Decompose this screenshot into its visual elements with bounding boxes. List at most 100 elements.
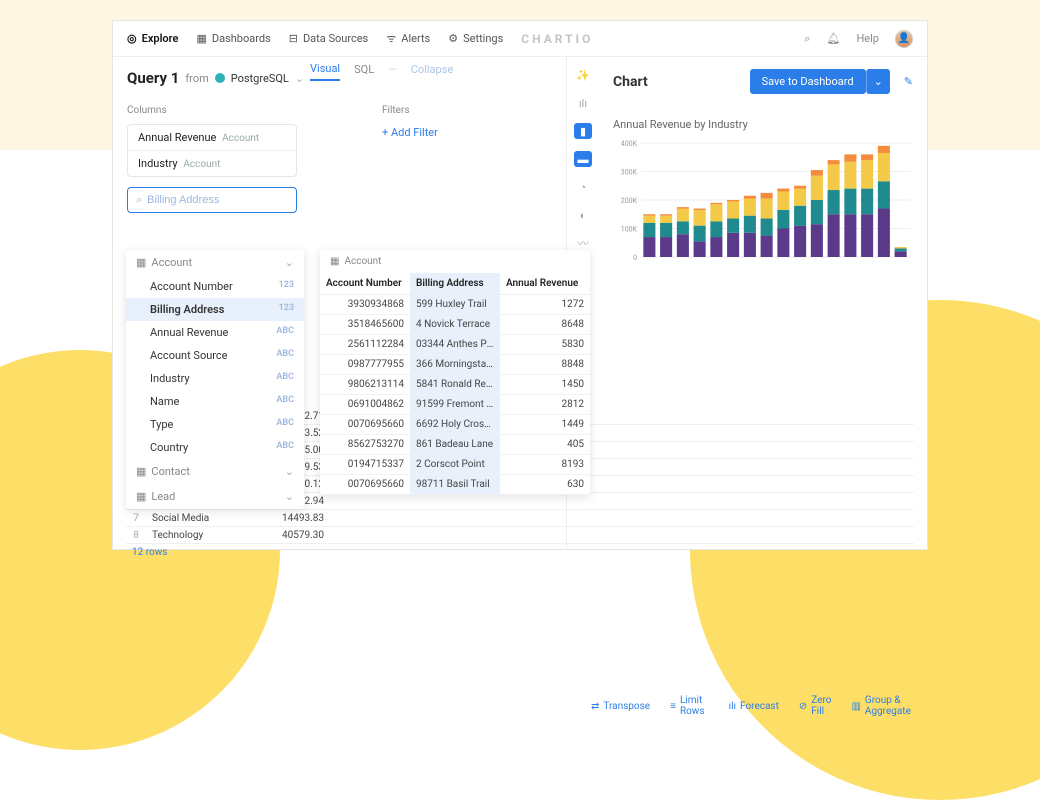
- action-label: Limit Rows: [680, 695, 709, 717]
- column-search[interactable]: ⌕: [127, 187, 297, 213]
- preview-row[interactable]: 069100486291599 Fremont Court2812: [320, 395, 590, 415]
- nav-explore[interactable]: ◎ Explore: [127, 32, 178, 45]
- dropdown-group[interactable]: ▦Lead⌄: [126, 484, 304, 509]
- result-cell: 28112.94: [276, 493, 914, 510]
- result-row[interactable]: 8Technology40579.30: [126, 527, 914, 544]
- chevron-down-icon[interactable]: ⌄: [295, 72, 304, 85]
- chart-heading: Chart: [613, 74, 648, 90]
- tab-collapse[interactable]: Collapse: [411, 63, 453, 80]
- forecast-button[interactable]: ılıForecast: [729, 695, 779, 717]
- dropdown-item[interactable]: Billing Address123: [126, 298, 304, 321]
- nav-settings[interactable]: ⚙ Settings: [448, 32, 503, 45]
- column-chip[interactable]: Annual Revenue Account: [128, 125, 296, 151]
- result-row[interactable]: 7Social Media14493.83: [126, 510, 914, 527]
- preview-cell: 0070695660: [320, 475, 410, 495]
- preview-cell: 0194715337: [320, 455, 410, 475]
- preview-row[interactable]: 256111228403344 Anthes Park...5830: [320, 335, 590, 355]
- preview-cell: 861 Badeau Lane: [410, 435, 500, 455]
- main-nav: ◎ Explore ▦ Dashboards ⊟ Data Sources ᯤ …: [127, 31, 503, 46]
- preview-cell: 5830: [500, 335, 590, 355]
- item-type: 123: [279, 280, 294, 293]
- preview-cell: 3518465600: [320, 315, 410, 335]
- nav-label: Data Sources: [303, 32, 368, 45]
- search-icon[interactable]: ⌕: [804, 32, 810, 46]
- source-dot-icon: [215, 73, 225, 83]
- zero-fill-button[interactable]: ⊘Zero Fill: [799, 695, 832, 717]
- preview-cell: 8848: [500, 355, 590, 375]
- bars-icon[interactable]: ılı: [575, 95, 591, 111]
- stacked-bar-icon[interactable]: ▮: [574, 123, 592, 139]
- limit-rows-button[interactable]: ≡ Limit Rows: [670, 695, 709, 717]
- hstacked-bar-icon[interactable]: ▬: [574, 151, 592, 167]
- source-name[interactable]: PostgreSQL: [231, 72, 289, 85]
- preview-row[interactable]: 0987777955366 Morningstar Hill8848: [320, 355, 590, 375]
- pencil-icon[interactable]: ✎: [904, 75, 913, 88]
- dropdown-item[interactable]: CountryABC: [126, 436, 304, 459]
- add-filter-button[interactable]: + Add Filter: [382, 126, 438, 139]
- result-cell: 8: [126, 527, 146, 544]
- preview-cell: 0987777955: [320, 355, 410, 375]
- dropdown-item[interactable]: NameABC: [126, 390, 304, 413]
- chart-svg: 0100K200K300K400K: [613, 139, 913, 269]
- chart-subtitle: Annual Revenue by Industry: [613, 118, 913, 131]
- topbar: ◎ Explore ▦ Dashboards ⊟ Data Sources ᯤ …: [113, 21, 927, 57]
- preview-header[interactable]: Account Number: [320, 273, 410, 295]
- action-label: Zero Fill: [811, 695, 831, 717]
- transpose-button[interactable]: ⇄Transpose: [591, 695, 650, 717]
- preview-cell: 366 Morningstar Hill: [410, 355, 500, 375]
- item-type: 123: [279, 303, 294, 316]
- preview-row[interactable]: 98062131145841 Ronald Regan...1450: [320, 375, 590, 395]
- tab-sql[interactable]: SQL: [354, 63, 374, 80]
- preview-row[interactable]: 00706956606692 Holy Cross Co...1449: [320, 415, 590, 435]
- bell-icon[interactable]: 🔔︎: [826, 32, 840, 45]
- result-cell: 14493.83: [276, 510, 914, 527]
- preview-cell: 8562753270: [320, 435, 410, 455]
- preview-cell: 5841 Ronald Regan...: [410, 375, 500, 395]
- preview-cell: 98711 Basil Trail: [410, 475, 500, 495]
- nav-dashboards[interactable]: ▦ Dashboards: [196, 32, 270, 45]
- preview-row[interactable]: 3930934868599 Huxley Trail1272: [320, 295, 590, 315]
- dropdown-item[interactable]: TypeABC: [126, 413, 304, 436]
- svg-text:300K: 300K: [621, 169, 638, 177]
- sparkle-icon[interactable]: ✨: [575, 67, 591, 83]
- tab-visual[interactable]: Visual: [310, 62, 340, 81]
- area-icon[interactable]: 〰: [575, 235, 591, 251]
- dropdown-item[interactable]: Account SourceABC: [126, 344, 304, 367]
- dropdown-group[interactable]: ▦Account⌄: [126, 250, 304, 275]
- dropdown-group[interactable]: ▦Contact⌄: [126, 459, 304, 484]
- item-type: ABC: [276, 326, 294, 339]
- save-to-dashboard-button[interactable]: Save to Dashboard: [750, 69, 866, 94]
- nav-alerts[interactable]: ᯤ Alerts: [386, 31, 430, 46]
- item-label: Type: [150, 418, 173, 431]
- gear-icon: ⚙: [448, 32, 458, 45]
- nav-label: Dashboards: [212, 32, 271, 45]
- tab-dash: —: [388, 63, 397, 80]
- save-dropdown-button[interactable]: ⌄: [866, 69, 890, 94]
- chip-main: Industry: [138, 157, 178, 170]
- pie-icon[interactable]: ◐: [575, 207, 591, 223]
- preview-header[interactable]: Annual Revenue: [500, 273, 590, 295]
- dropdown-item[interactable]: Account Number123: [126, 275, 304, 298]
- preview-cell: 03344 Anthes Park...: [410, 335, 500, 355]
- preview-row[interactable]: 007069566098711 Basil Trail630: [320, 475, 590, 495]
- preview-row[interactable]: 35184656004 Novick Terrace8648: [320, 315, 590, 335]
- preview-row[interactable]: 8562753270861 Badeau Lane405: [320, 435, 590, 455]
- filters-label: Filters: [382, 105, 552, 116]
- preview-header[interactable]: Billing Address: [410, 273, 500, 295]
- dropdown-item[interactable]: Annual RevenueABC: [126, 321, 304, 344]
- group-aggregate-button[interactable]: ▥Group & Aggregate: [851, 695, 915, 717]
- donut-icon[interactable]: ◔: [575, 179, 591, 195]
- nav-datasources[interactable]: ⊟ Data Sources: [289, 32, 369, 45]
- result-cell: 7: [126, 510, 146, 527]
- column-chip[interactable]: Industry Account: [128, 151, 296, 176]
- item-label: Industry: [150, 372, 190, 385]
- preview-cell: 1272: [500, 295, 590, 315]
- avatar[interactable]: 👤: [895, 30, 913, 48]
- dropdown-item[interactable]: Industry ABC: [126, 367, 304, 390]
- action-label: Forecast: [740, 701, 779, 712]
- item-type: ABC: [276, 372, 294, 385]
- preview-row[interactable]: 01947153372 Corscot Point8193: [320, 455, 590, 475]
- search-input[interactable]: [147, 194, 289, 206]
- help-link[interactable]: Help: [856, 32, 879, 45]
- limit-icon: ≡: [670, 701, 676, 712]
